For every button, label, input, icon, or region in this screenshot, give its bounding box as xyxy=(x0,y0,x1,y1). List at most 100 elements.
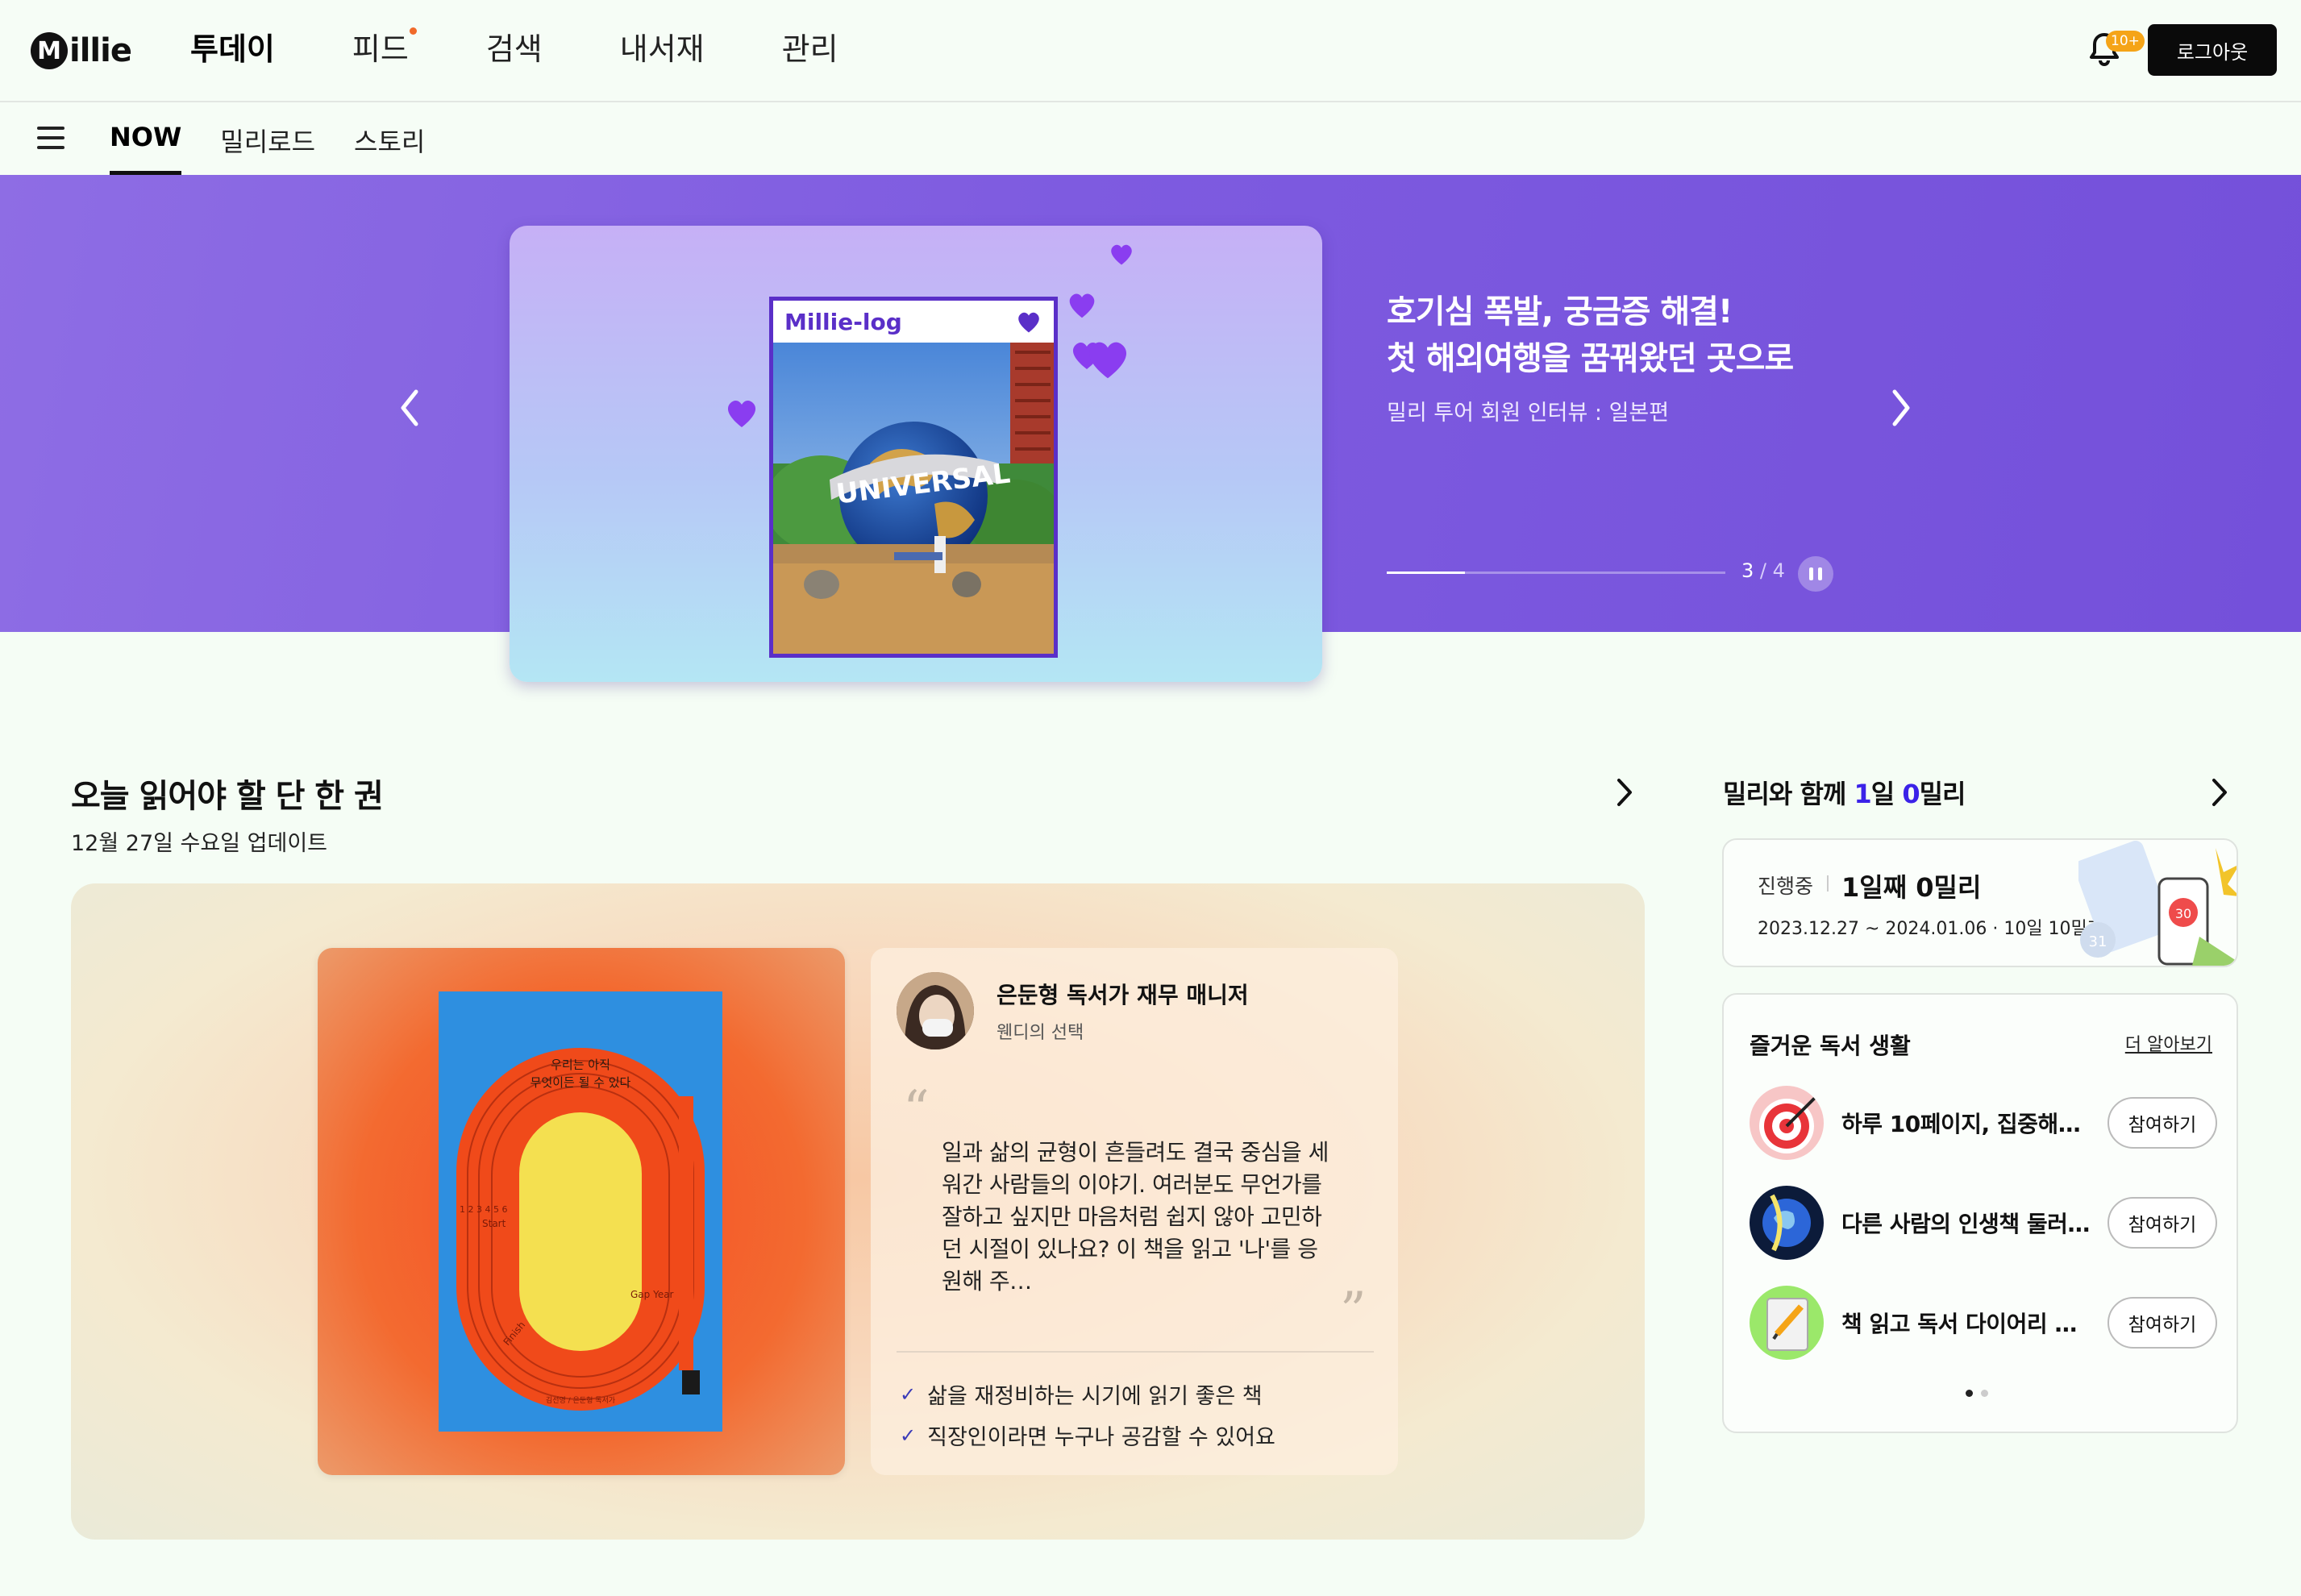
tab-story[interactable]: 스토리 xyxy=(354,122,425,175)
hero-text: 호기심 폭발, 궁금증 해결! 첫 해외여행을 꿈꿔왔던 곳으로 밀리 투어 회… xyxy=(1387,289,1794,426)
globe-icon xyxy=(1750,1186,1824,1260)
book-cover-frame[interactable]: 우리는 아직 무엇이든 될 수 있다 1 2 3 4 5 6 Start Gap… xyxy=(318,948,845,1475)
reading-more-link[interactable]: 더 알아보기 xyxy=(2125,1030,2212,1056)
diary-icon xyxy=(1750,1286,1824,1360)
nav-library[interactable]: 내서재 xyxy=(620,24,705,69)
phone-number: 30 xyxy=(2175,906,2191,921)
cover-title-line1: 우리는 아직 xyxy=(551,1058,610,1072)
challenge-item: 하루 10페이지, 집중해서 읽기 참여하기 xyxy=(1750,1085,2217,1161)
hero-progress-fill xyxy=(1387,571,1465,574)
target-icon xyxy=(1750,1086,1824,1160)
challenge-item: 책 읽고 독서 다이어리 써보기 참여하기 xyxy=(1750,1285,2217,1361)
join-button[interactable]: 참여하기 xyxy=(2108,1297,2217,1349)
page-dot[interactable] xyxy=(1981,1390,1988,1397)
today-title: 오늘 읽어야 할 단 한 권 xyxy=(71,778,384,815)
universal-globe-image: UNIVERSAL xyxy=(773,343,1054,654)
notification-badge: 10+ xyxy=(2106,31,2145,52)
logo-mark: M xyxy=(31,32,68,69)
hero-total: 4 xyxy=(1772,559,1785,582)
tab-now[interactable]: NOW xyxy=(110,122,182,175)
tag-text: 직장인이라면 누구나 공감할 수 있어요 xyxy=(927,1425,1275,1450)
nav-feed-label: 피드 xyxy=(352,31,409,67)
review-quote: 일과 삶의 균형이 흔들려도 결국 중심을 세워간 사람들의 이야기. 여러분도… xyxy=(942,1139,1329,1295)
logo-text: illie xyxy=(69,32,132,69)
book-cover[interactable]: 우리는 아직 무엇이든 될 수 있다 1 2 3 4 5 6 Start Gap… xyxy=(439,991,722,1432)
challenge-title: 다른 사람의 인생책 둘러보기 xyxy=(1841,1211,2091,1237)
check-icon: ✓ xyxy=(900,1424,917,1447)
cover-gap-year: Gap Year xyxy=(630,1289,674,1300)
nav-manage[interactable]: 관리 xyxy=(782,24,838,69)
sub-nav: NOW 밀리로드 스토리 xyxy=(0,102,2301,175)
menu-icon[interactable] xyxy=(37,127,64,149)
heart-icon xyxy=(727,400,756,427)
card-tag: Millie-log xyxy=(784,308,902,335)
cover-start: Start xyxy=(482,1218,506,1229)
heart-icon xyxy=(1111,244,1132,265)
mill-count: 1일째 0밀리 xyxy=(1841,872,1982,903)
nav-feed[interactable]: 피드 xyxy=(352,24,417,69)
new-dot xyxy=(409,27,417,35)
pause-button[interactable] xyxy=(1798,556,1833,592)
check-icon: ✓ xyxy=(900,1382,917,1406)
hero-counter: 3 / 4 xyxy=(1741,559,1785,582)
hero-title-line2: 첫 해외여행을 꿈꿔왔던 곳으로 xyxy=(1387,340,1794,377)
main-nav: 투데이 피드 검색 내서재 관리 xyxy=(190,24,916,69)
quote-close-icon: ” xyxy=(1340,1282,1367,1341)
hero-card[interactable]: Millie-log UNIVERSAL xyxy=(510,226,1322,682)
challenge-title: 책 읽고 독서 다이어리 써보기 xyxy=(1841,1311,2091,1337)
quote-open-icon: “ xyxy=(903,1080,930,1140)
join-button[interactable]: 참여하기 xyxy=(2108,1097,2217,1149)
challenge-title: 하루 10페이지, 집중해서 읽기 xyxy=(1841,1111,2091,1137)
millie-logo[interactable]: M illie xyxy=(31,29,132,73)
review-card: 은둔형 독서가 재무 매니저 웬디의 선택 “ 일과 삶의 균형이 흔들려도 결… xyxy=(871,948,1398,1475)
heart-icon xyxy=(1018,312,1039,333)
challenge-item: 다른 사람의 인생책 둘러보기 참여하기 xyxy=(1750,1185,2217,1261)
heart-icon xyxy=(1069,293,1095,318)
hero-prev-icon[interactable] xyxy=(393,384,426,432)
hero-progress-bar xyxy=(1387,571,1725,574)
separator xyxy=(1827,875,1829,892)
hero-current: 3 xyxy=(1741,559,1754,582)
review-tag: ✓ 삶을 재정비하는 시기에 읽기 좋은 책 xyxy=(900,1378,1275,1410)
hero-subtitle: 밀리 투어 회원 인터뷰 : 일본편 xyxy=(1387,401,1670,426)
cover-numbers: 1 2 3 4 5 6 xyxy=(460,1204,507,1215)
reviewer-name: 은둔형 독서가 재무 매니저 xyxy=(997,982,1249,1008)
review-tags: ✓ 삶을 재정비하는 시기에 읽기 좋은 책 ✓ 직장인이라면 누구나 공감할 수 … xyxy=(900,1378,1275,1461)
card-header: Millie-log xyxy=(773,301,1054,343)
reviewer-role: 웬디의 선택 xyxy=(997,1023,1084,1043)
page-dot[interactable] xyxy=(1966,1390,1973,1397)
reviewer-avatar xyxy=(897,972,974,1049)
cover-title-line2: 무엇이든 될 수 있다 xyxy=(531,1075,631,1090)
today-updated: 12월 27일 수요일 업데이트 xyxy=(71,831,328,856)
sub-tabs: NOW 밀리로드 스토리 xyxy=(110,122,464,175)
tag-text: 삶을 재정비하는 시기에 읽기 좋은 책 xyxy=(927,1384,1263,1409)
hero-title-line1: 호기심 폭발, 궁금증 해결! xyxy=(1387,293,1733,330)
millie-more-icon[interactable] xyxy=(2206,774,2233,811)
reviewer: 은둔형 독서가 재무 매니저 웬디의 선택 xyxy=(897,972,1249,1049)
top-bar: M illie 투데이 피드 검색 내서재 관리 10+ 로그아웃 xyxy=(0,0,2301,102)
reading-life-card: 즐거운 독서 생활 더 알아보기 하루 10페이지, 집중해서 읽기 참여하기 … xyxy=(1722,993,2238,1433)
pagination-dots xyxy=(1966,1390,1988,1397)
calendar-number: 31 xyxy=(2089,933,2108,950)
calendar-phone-illustration: 31 30 xyxy=(2078,841,2237,966)
book-cover-art: 우리는 아직 무엇이든 될 수 있다 1 2 3 4 5 6 Start Gap… xyxy=(439,991,722,1432)
join-button[interactable]: 참여하기 xyxy=(2108,1197,2217,1249)
divider xyxy=(897,1351,1374,1353)
tab-millie-road[interactable]: 밀리로드 xyxy=(220,122,315,175)
nav-today[interactable]: 투데이 xyxy=(190,24,275,69)
millie-log-card: Millie-log UNIVERSAL xyxy=(769,297,1058,658)
hero-next-icon[interactable] xyxy=(1885,384,1917,432)
heart-icon xyxy=(1088,342,1127,379)
mill-dates: 2023.12.27 ~ 2024.01.06 · 10일 10밀리 xyxy=(1758,919,2104,939)
cover-author: 김선영 / 은둔형 독서가 xyxy=(546,1395,615,1405)
millie-challenge-title: 밀리와 함께 1일 0밀리 xyxy=(1723,779,1966,809)
reading-title: 즐거운 독서 생활 xyxy=(1750,1033,1911,1059)
logout-button[interactable]: 로그아웃 xyxy=(2148,24,2277,76)
millie-progress-card[interactable]: 진행중 1일째 0밀리 2023.12.27 ~ 2024.01.06 · 10… xyxy=(1722,838,2238,967)
hero-photo: UNIVERSAL xyxy=(773,343,1054,654)
today-book-panel: 우리는 아직 무엇이든 될 수 있다 1 2 3 4 5 6 Start Gap… xyxy=(71,883,1645,1540)
status-label: 진행중 xyxy=(1758,875,1814,898)
review-tag: ✓ 직장인이라면 누구나 공감할 수 있어요 xyxy=(900,1419,1275,1451)
nav-search[interactable]: 검색 xyxy=(486,24,543,69)
today-more-icon[interactable] xyxy=(1611,774,1638,811)
